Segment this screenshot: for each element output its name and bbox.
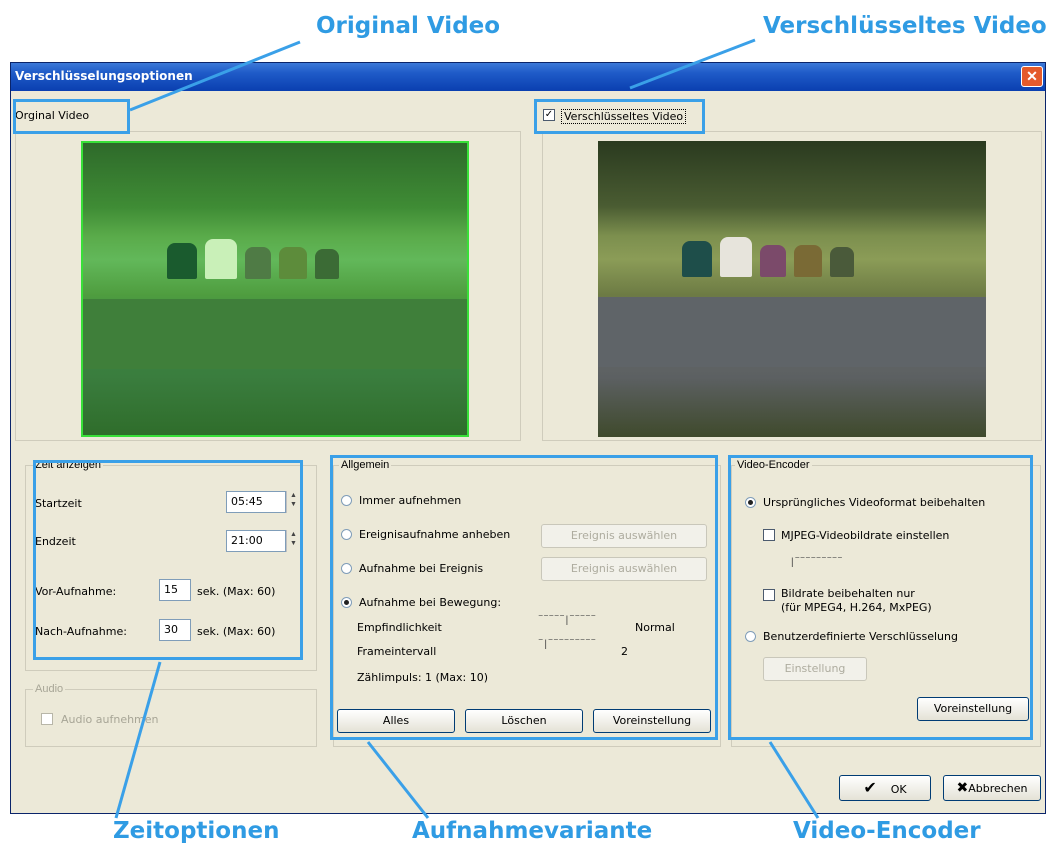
callout-lines [114, 38, 820, 819]
line-time-options [114, 661, 162, 819]
line-video-encoder [768, 741, 820, 819]
line-encrypted-video [629, 38, 756, 90]
line-original-video [129, 40, 301, 112]
line-recording-mode [366, 741, 430, 819]
